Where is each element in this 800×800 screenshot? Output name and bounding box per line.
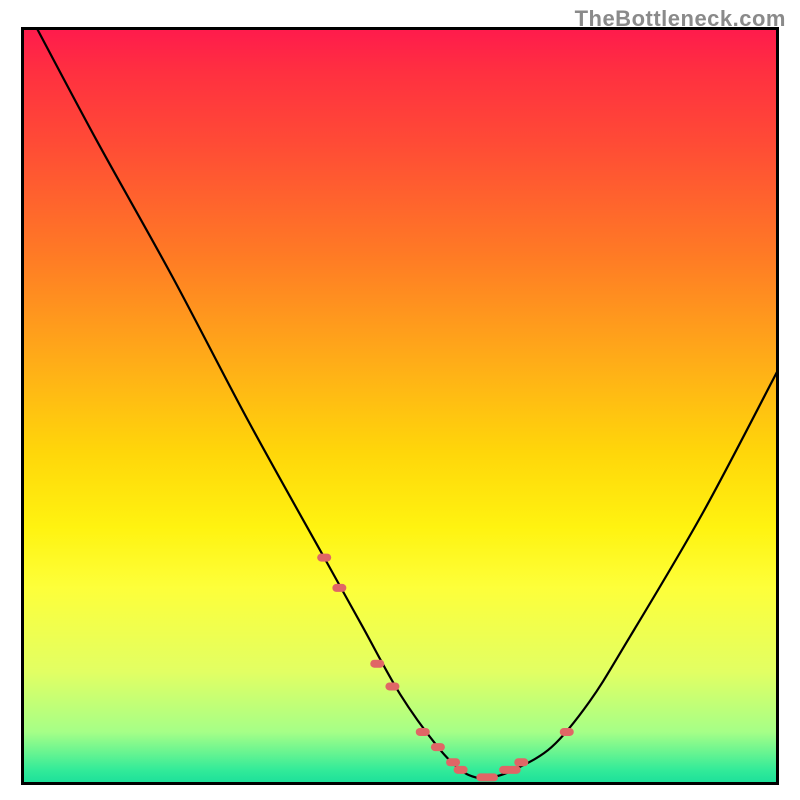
marker-dot [385, 682, 399, 690]
marker-group [317, 554, 574, 782]
bottleneck-curve [36, 27, 779, 778]
chart-container: TheBottleneck.com [0, 0, 800, 800]
marker-dot [317, 554, 331, 562]
marker-dot [454, 766, 468, 774]
marker-dot [431, 743, 445, 751]
marker-dot [507, 766, 521, 774]
marker-dot [416, 728, 430, 736]
watermark-text: TheBottleneck.com [575, 6, 786, 32]
marker-dot [370, 660, 384, 668]
marker-dot [514, 758, 528, 766]
marker-dot [446, 758, 460, 766]
curve-svg [21, 27, 779, 785]
marker-dot [484, 773, 498, 781]
plot-background [21, 27, 779, 785]
marker-dot [560, 728, 574, 736]
marker-dot [332, 584, 346, 592]
